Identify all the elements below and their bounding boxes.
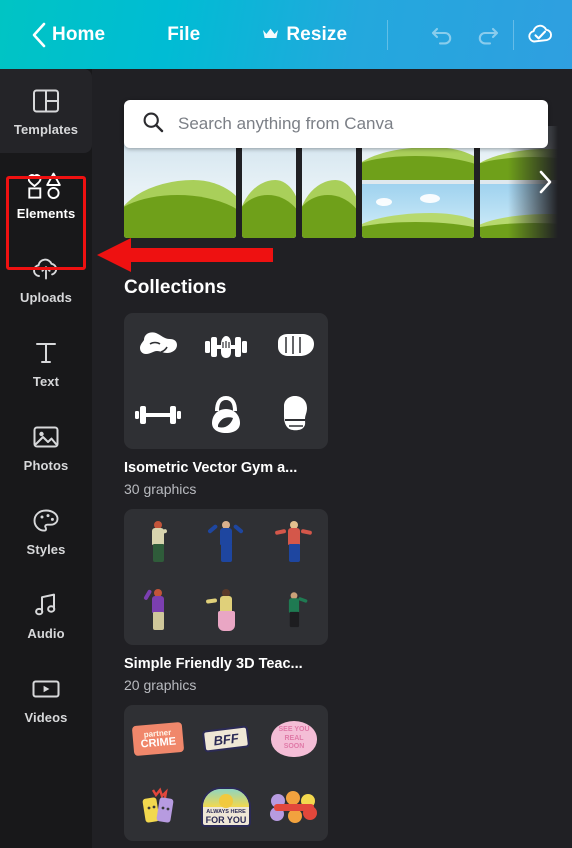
collection-title: Simple Friendly 3D Teac... [124,656,303,672]
chevron-left-icon [32,22,46,47]
panel-content: Collections Isometric Vector Gym a... 30… [92,251,572,848]
sidebar-item-text[interactable]: Text [0,321,92,405]
thumb-dumbbell-fist [199,320,253,374]
collection-title: Isometric Vector Gym a... [124,460,298,476]
sidebar-item-styles[interactable]: Styles [0,489,92,573]
chevron-right-icon [539,170,551,194]
resize-label: Resize [286,23,348,45]
sidebar-item-photos[interactable]: Photos [0,405,92,489]
sidebar-item-uploads[interactable]: Uploads [0,237,92,321]
thumb-bicep [131,320,185,374]
elements-panel: Search anything from Canva Collections I… [92,69,572,848]
collection-count: 30 graphics [124,481,197,497]
save-status-button[interactable] [518,13,562,57]
collection-card[interactable]: partner CRIME BFF SEE YOU REAL SOON ALWA… [124,705,328,848]
thumb-person-olive [131,516,185,570]
file-label: File [167,23,201,45]
sidebar-label-videos: Videos [24,709,68,725]
collection-thumbnails-people[interactable] [124,509,328,645]
search-input-placeholder[interactable]: Search anything from Canva [178,114,393,134]
thumb-partner-in-crime: partner CRIME [131,712,185,766]
home-button[interactable]: Home [52,24,105,46]
thumb-person-pink [199,584,253,638]
sidebar-label-text: Text [32,373,60,389]
collections-heading: Collections [124,277,227,298]
redo-button[interactable] [465,13,509,57]
collection-card[interactable]: Isometric Vector Gym a... 30 graphics [124,313,328,497]
sidebar-label-templates: Templates [13,121,79,137]
crown-icon [262,24,279,46]
sidebar-label-uploads: Uploads [20,289,72,305]
undo-button[interactable] [421,13,465,57]
thumb-person-purple [131,584,185,638]
thumb-person-green [267,584,321,638]
videos-icon [31,674,61,704]
uploads-cloud-icon [30,254,62,284]
sidebar-label-audio: Audio [27,625,65,641]
thumb-kettlebell [199,388,253,442]
thumb-bff: BFF [199,712,253,766]
thumb-person-blue [199,516,253,570]
toolbar-divider [387,19,389,50]
sidebar-label-styles: Styles [26,541,66,557]
sidebar-item-elements[interactable]: Elements [0,153,92,237]
collections-grid: Isometric Vector Gym a... 30 graphics Si… [124,313,540,848]
search-bar[interactable]: Search anything from Canva [124,100,548,148]
toolbar-right-group [421,13,572,57]
styles-palette-icon [32,506,60,536]
text-icon [33,338,59,368]
thumb-barbell [131,388,185,442]
file-menu-button[interactable]: File [167,24,200,46]
thumb-speech-bubble: SEE YOU REAL SOON [267,712,321,766]
thumb-person-red [267,516,321,570]
sidebar-label-elements: Elements [16,205,76,221]
canva-editor-window: Home File Resize Templates Elements Uplo… [0,0,572,848]
audio-note-icon [32,590,60,620]
carousel-next-button[interactable] [532,169,558,195]
undo-icon [431,27,452,44]
toolbar-divider-2 [513,19,514,50]
sidebar-label-photos: Photos [23,457,69,473]
sidebar-item-templates[interactable]: Templates [0,69,92,153]
left-sidebar: Templates Elements Uploads Text Photos S… [0,69,92,848]
search-icon [142,111,164,138]
sidebar-item-audio[interactable]: Audio [0,573,92,657]
redo-icon [478,27,499,44]
thumb-flowers-word [267,780,321,834]
thumb-boxing-glove [267,388,321,442]
elements-icon [28,170,64,200]
sidebar-item-videos[interactable]: Videos [0,657,92,741]
home-label: Home [52,23,106,45]
collection-thumbnails-gym[interactable] [124,313,328,449]
collection-count: 20 graphics [124,677,197,693]
photos-icon [32,422,60,452]
top-toolbar: Home File Resize [0,0,572,69]
templates-icon [32,86,60,116]
collection-card[interactable]: Simple Friendly 3D Teac... 20 graphics [124,509,328,693]
cloud-check-icon [528,24,552,42]
collection-thumbnails-stickers[interactable]: partner CRIME BFF SEE YOU REAL SOON ALWA… [124,705,328,841]
thumb-fist [267,320,321,374]
thumb-always-here-for-you: ALWAYS HERE FOR YOU [199,780,253,834]
thumb-cans-cheers [131,780,185,834]
resize-button[interactable]: Resize [262,24,347,46]
